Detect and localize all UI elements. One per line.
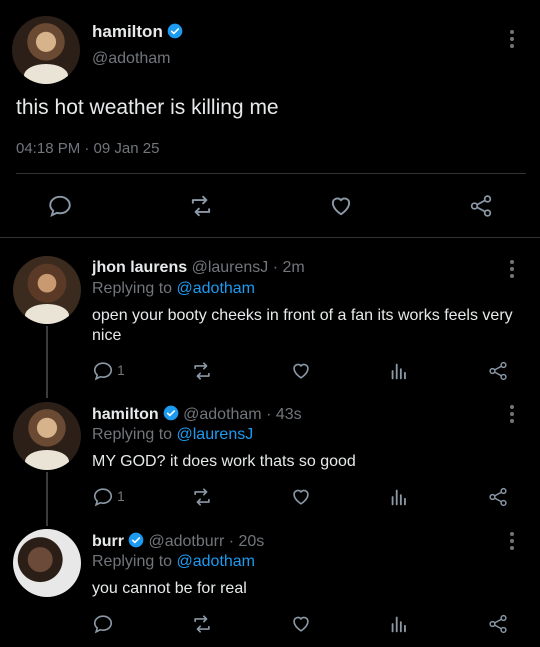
avatar[interactable] [13,529,81,597]
reply-icon[interactable] [92,486,114,508]
like-icon[interactable] [327,192,355,218]
avatar[interactable] [13,256,81,324]
avatar[interactable] [12,16,80,84]
reply-icon[interactable] [92,360,114,382]
tweet-text: this hot weather is killing me [16,96,279,119]
handle[interactable]: @adotham [92,50,171,68]
replying-to-link[interactable]: @adotham [177,280,256,297]
handle-time: @adotham · 43s [183,406,302,423]
replying-to-link[interactable]: @laurensJ [177,426,254,443]
share-icon[interactable] [487,360,509,382]
reply-count: 1 [117,488,125,504]
analytics-icon[interactable] [388,486,410,508]
more-icon[interactable] [509,532,515,553]
tweet-text: you cannot be for real [92,580,247,597]
reply-count: 1 [117,362,125,378]
replying-label: Replying to [92,553,173,570]
display-name[interactable]: hamilton [92,22,163,41]
handle-time: @adotburr · 20s [148,533,265,550]
analytics-icon[interactable] [388,613,410,635]
divider [16,173,526,174]
handle-time: @laurensJ · 2m [191,259,305,276]
display-name[interactable]: jhon laurens [92,259,187,276]
retweet-icon[interactable] [190,613,214,635]
retweet-icon[interactable] [190,486,214,508]
tweet-text: MY GOD? it does work thats so good [92,453,356,470]
tweet-text: open your booty cheeks in front of a fan… [92,307,513,344]
replying-label: Replying to [92,426,173,443]
tweet-timestamp: 04:18 PM · 09 Jan 25 [16,140,160,157]
like-icon[interactable] [289,485,313,507]
display-name[interactable]: burr [92,533,124,550]
more-icon[interactable] [509,30,515,51]
display-name[interactable]: hamilton [92,406,159,423]
retweet-icon[interactable] [187,193,215,219]
like-icon[interactable] [289,612,313,634]
like-icon[interactable] [289,359,313,381]
verified-badge-icon [128,532,144,548]
retweet-icon[interactable] [190,360,214,382]
more-icon[interactable] [509,405,515,426]
verified-badge-icon [163,405,179,421]
verified-badge-icon [167,23,183,39]
share-icon[interactable] [467,193,495,219]
avatar[interactable] [13,402,81,470]
share-icon[interactable] [487,613,509,635]
replying-to-link[interactable]: @adotham [177,553,256,570]
reply-icon[interactable] [47,193,73,219]
thread-line [46,326,48,398]
divider [0,237,540,238]
analytics-icon[interactable] [388,360,410,382]
more-icon[interactable] [509,260,515,281]
share-icon[interactable] [487,486,509,508]
replying-label: Replying to [92,280,173,297]
reply-icon[interactable] [92,613,114,635]
thread-line [46,472,48,526]
